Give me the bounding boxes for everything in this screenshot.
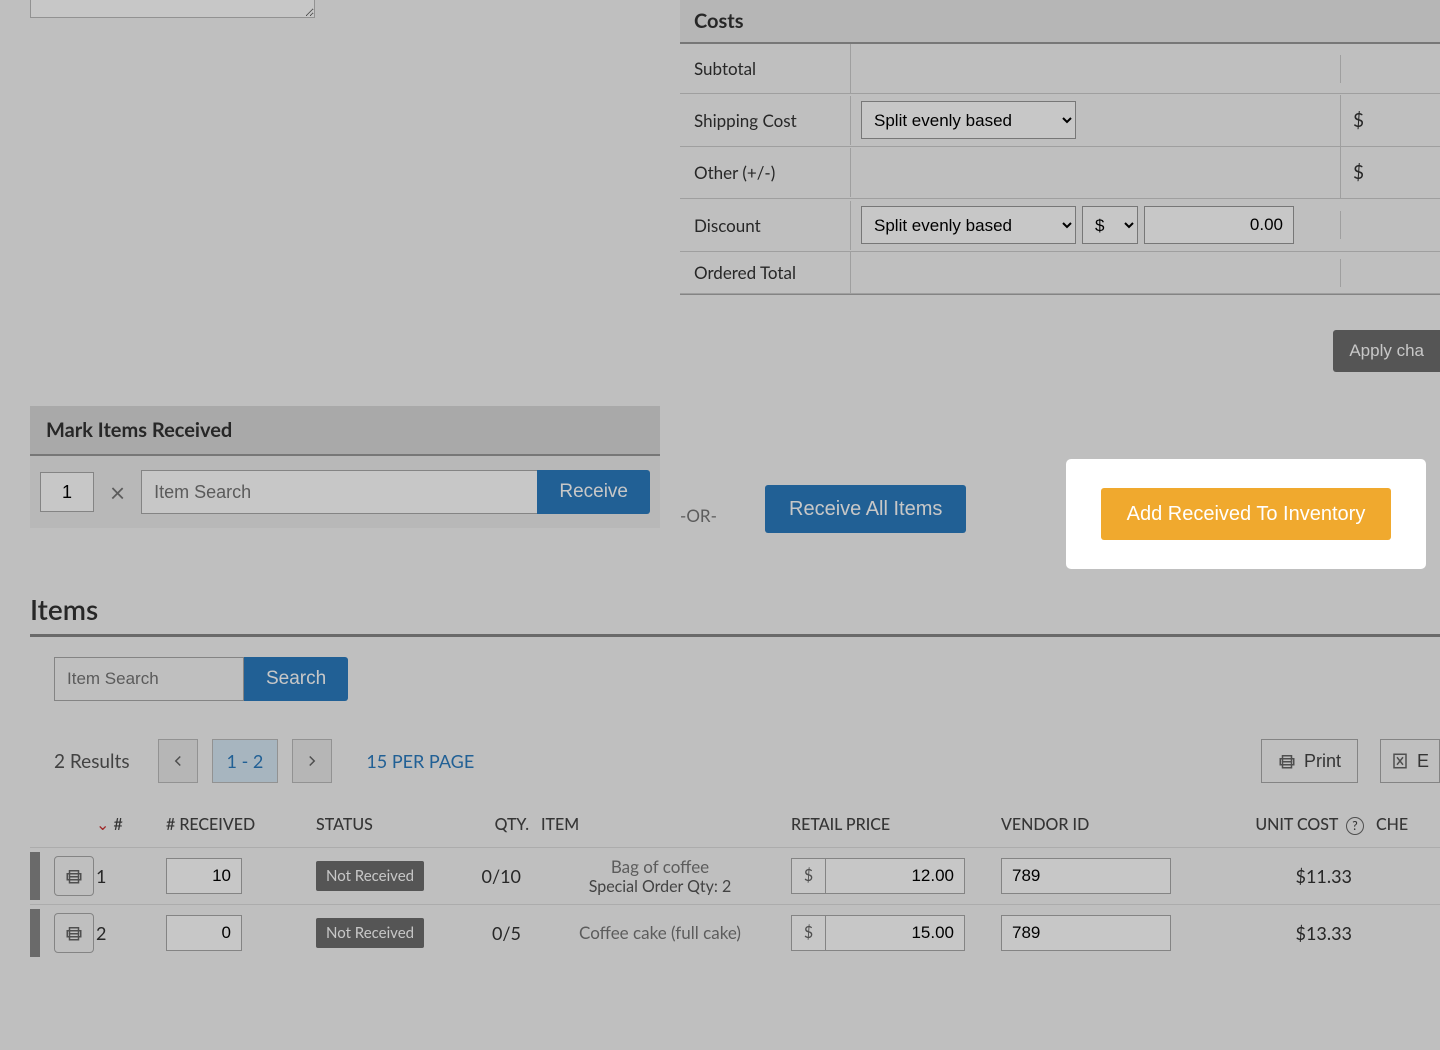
status-badge: Not Received xyxy=(316,861,424,891)
item-name[interactable]: Bag of coffee xyxy=(541,856,779,877)
printer-icon xyxy=(1278,752,1296,770)
currency-symbol: $ xyxy=(791,915,825,951)
ordered-total-value xyxy=(1340,259,1440,287)
export-button[interactable]: E xyxy=(1380,739,1440,783)
currency-symbol: $ xyxy=(791,858,825,894)
col-vendor[interactable]: VENDOR ID xyxy=(995,815,1200,834)
row-num: 1 xyxy=(90,865,160,887)
items-heading: Items xyxy=(30,592,1440,637)
items-section: Items Search 2 Results 1 - 2 15 PER PAGE… xyxy=(30,592,1440,961)
print-button[interactable]: Print xyxy=(1261,739,1358,783)
other-label: Other (+/-) xyxy=(680,148,851,197)
ordered-total-label: Ordered Total xyxy=(680,252,851,293)
receive-item-search-input[interactable] xyxy=(141,470,537,514)
col-item[interactable]: ITEM xyxy=(535,815,785,834)
discount-label: Discount xyxy=(680,201,851,250)
subtotal-label: Subtotal xyxy=(680,44,851,93)
receive-button[interactable]: Receive xyxy=(537,470,650,514)
col-qty[interactable]: QTY. xyxy=(445,815,535,834)
receive-all-items-button[interactable]: Receive All Items xyxy=(765,485,966,533)
spreadsheet-icon xyxy=(1391,752,1409,770)
unit-cost: $13.33 xyxy=(1200,922,1370,944)
table-header-row: ⌄ # # RECEIVED STATUS QTY. ITEM RETAIL P… xyxy=(30,809,1440,847)
table-row: 2 Not Received 0/5 Coffee cake (full cak… xyxy=(30,904,1440,961)
shipping-method-select[interactable]: Split evenly based xyxy=(861,101,1076,139)
shipping-label: Shipping Cost xyxy=(680,96,851,145)
received-qty-input[interactable] xyxy=(166,915,242,951)
pager-current[interactable]: 1 - 2 xyxy=(212,739,279,783)
row-num: 2 xyxy=(90,922,160,944)
export-label: E xyxy=(1417,751,1429,772)
highlight-region: Add Received To Inventory xyxy=(1066,459,1426,569)
discount-value-input[interactable] xyxy=(1144,206,1294,244)
chevron-left-icon xyxy=(169,752,187,770)
or-divider: -OR- xyxy=(680,505,717,526)
items-table: ⌄ # # RECEIVED STATUS QTY. ITEM RETAIL P… xyxy=(30,809,1440,961)
items-search-button[interactable]: Search xyxy=(244,657,348,701)
apply-changes-button[interactable]: Apply cha xyxy=(1333,330,1440,372)
notes-textarea[interactable] xyxy=(30,0,315,18)
chevron-right-icon xyxy=(303,752,321,770)
costs-header: Costs xyxy=(680,0,1440,44)
row-qty: 0/10 xyxy=(445,865,535,887)
row-print-button[interactable] xyxy=(54,913,94,953)
results-count: 2 Results xyxy=(54,750,130,773)
retail-price-input[interactable] xyxy=(825,858,965,894)
printer-icon xyxy=(65,924,83,942)
retail-price-input[interactable] xyxy=(825,915,965,951)
times-icon: × xyxy=(104,476,131,508)
row-qty: 0/5 xyxy=(445,922,535,944)
col-retail[interactable]: RETAIL PRICE xyxy=(785,815,995,834)
vendor-id-input[interactable] xyxy=(1001,858,1171,894)
mark-items-received-panel: Mark Items Received × Receive xyxy=(30,406,660,528)
per-page-link[interactable]: 15 PER PAGE xyxy=(366,750,474,772)
col-unit-cost[interactable]: UNIT COST ? xyxy=(1200,815,1370,835)
pager-prev-button[interactable] xyxy=(158,739,198,783)
discount-method-select[interactable]: Split evenly based xyxy=(861,206,1076,244)
add-received-to-inventory-button[interactable]: Add Received To Inventory xyxy=(1101,488,1392,540)
pager-next-button[interactable] xyxy=(292,739,332,783)
unit-cost: $11.33 xyxy=(1200,865,1370,887)
print-label: Print xyxy=(1304,751,1341,772)
table-row: 1 Not Received 0/10 Bag of coffee Specia… xyxy=(30,847,1440,904)
help-icon[interactable]: ? xyxy=(1346,817,1364,835)
col-status[interactable]: STATUS xyxy=(310,815,445,834)
discount-currency-select[interactable]: $ xyxy=(1082,206,1138,244)
row-print-button[interactable] xyxy=(54,856,94,896)
item-subtext: Special Order Qty: 2 xyxy=(541,877,779,896)
vendor-id-input[interactable] xyxy=(1001,915,1171,951)
printer-icon xyxy=(65,867,83,885)
col-num[interactable]: # xyxy=(113,815,122,834)
received-qty-input[interactable] xyxy=(166,858,242,894)
col-che[interactable]: CHE xyxy=(1370,815,1440,834)
costs-panel: Costs Subtotal Shipping Cost Split evenl… xyxy=(680,0,1440,295)
status-badge: Not Received xyxy=(316,918,424,948)
items-search-input[interactable] xyxy=(54,657,244,701)
shipping-prefix: $ xyxy=(1340,95,1440,146)
receive-qty-input[interactable] xyxy=(40,472,94,512)
mark-items-received-title: Mark Items Received xyxy=(30,406,660,456)
col-received[interactable]: # RECEIVED xyxy=(160,815,310,834)
item-name[interactable]: Coffee cake (full cake) xyxy=(541,922,779,943)
discount-value-col xyxy=(1340,211,1440,239)
subtotal-value xyxy=(1340,55,1440,83)
sort-indicator-icon[interactable]: ⌄ xyxy=(96,815,109,834)
other-prefix: $ xyxy=(1340,147,1440,198)
